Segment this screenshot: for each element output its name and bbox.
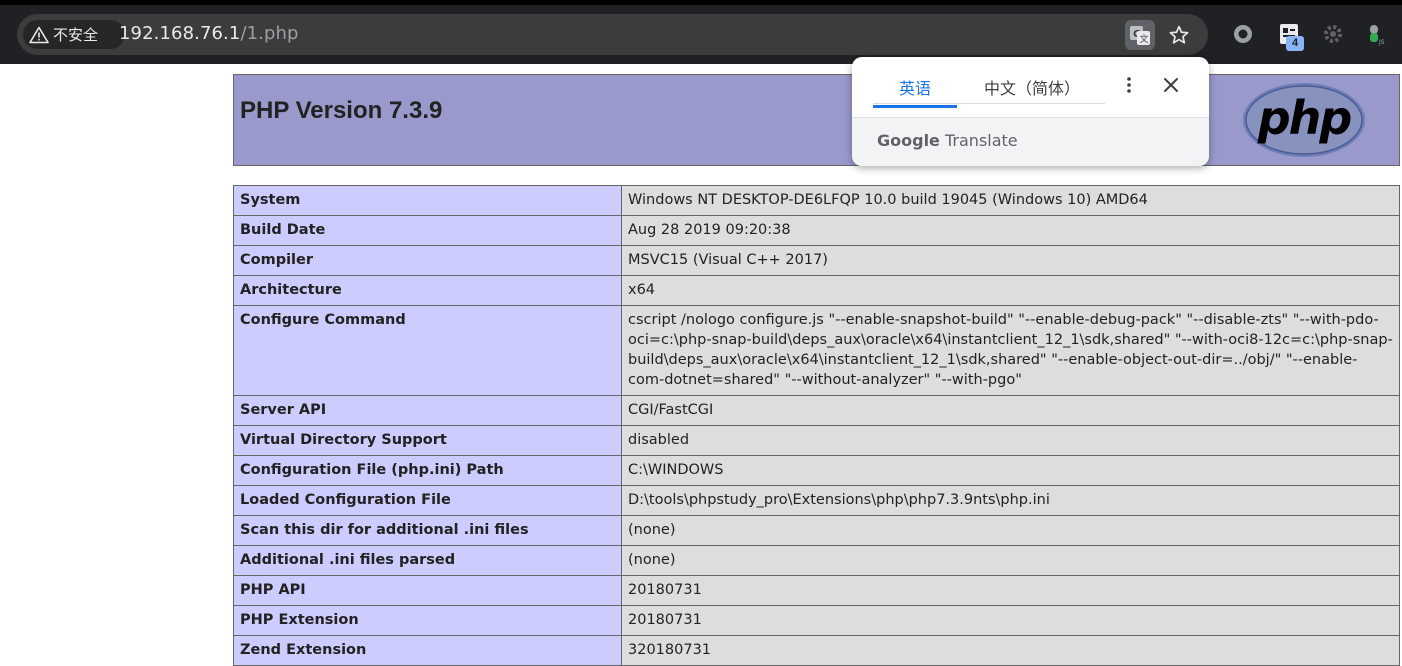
row-value: 20180731 — [621, 605, 1400, 636]
row-value: Aug 28 2019 09:20:38 — [621, 215, 1400, 246]
tab-divider — [873, 103, 1105, 104]
tab-target-language[interactable]: 中文（简体） — [962, 75, 1102, 105]
row-label: Scan this dir for additional .ini files — [233, 515, 622, 546]
row-value: disabled — [621, 425, 1400, 456]
close-icon[interactable] — [1159, 73, 1183, 97]
row-label: Loaded Configuration File — [233, 485, 622, 516]
row-value: cscript /nologo configure.js "--enable-s… — [621, 305, 1400, 396]
row-label: PHP API — [233, 575, 622, 606]
row-value: Windows NT DESKTOP-DE6LFQP 10.0 build 19… — [621, 185, 1400, 216]
browser-toolbar: 不安全 192.168.76.1/1.php G 文 — [0, 0, 1402, 64]
translate-icon[interactable]: G 文 — [1125, 20, 1155, 50]
page-title: PHP Version 7.3.9 — [240, 97, 443, 124]
row-label: PHP Extension — [233, 605, 622, 636]
table-row: Build Date Aug 28 2019 09:20:38 — [233, 215, 1400, 246]
bulb-extension-icon[interactable]: JS — [1362, 21, 1388, 47]
row-label: Compiler — [233, 245, 622, 276]
row-value: CGI/FastCGI — [621, 395, 1400, 426]
brand-translate: Translate — [945, 131, 1018, 150]
row-label: Build Date — [233, 215, 622, 246]
translate-popup: 英语 中文（简体） Google Translate — [852, 57, 1209, 166]
table-row: Zend Extension 320180731 — [233, 635, 1400, 666]
url-path: /1.php — [240, 23, 299, 44]
row-label: Additional .ini files parsed — [233, 545, 622, 576]
table-row: Configuration File (php.ini) Path C:\WIND… — [233, 455, 1400, 486]
url-host: 192.168.76.1 — [119, 23, 241, 44]
more-options-icon[interactable] — [1117, 73, 1141, 97]
table-row: Additional .ini files parsed (none) — [233, 545, 1400, 576]
row-value: (none) — [621, 545, 1400, 576]
row-value: C:\WINDOWS — [621, 455, 1400, 486]
row-value: D:\tools\phpstudy_pro\Extensions\php\php… — [621, 485, 1400, 516]
warning-icon — [29, 26, 49, 43]
table-row: Server API CGI/FastCGI — [233, 395, 1400, 426]
table-row: Architecture x64 — [233, 275, 1400, 306]
circle-extension-icon[interactable] — [1230, 21, 1256, 47]
extension-badge: 4 — [1286, 36, 1304, 51]
row-label: Server API — [233, 395, 622, 426]
table-row: Configure Command cscript /nologo configu… — [233, 305, 1400, 396]
row-label: Configure Command — [233, 305, 622, 396]
php-info-table: System Windows NT DESKTOP-DE6LFQP 10.0 bu… — [233, 185, 1400, 666]
svg-text:文: 文 — [1140, 33, 1149, 45]
table-row: System Windows NT DESKTOP-DE6LFQP 10.0 bu… — [233, 185, 1400, 216]
star-icon[interactable] — [1165, 21, 1193, 49]
row-label: Configuration File (php.ini) Path — [233, 455, 622, 486]
row-value: (none) — [621, 515, 1400, 546]
row-label: Architecture — [233, 275, 622, 306]
row-value: 320180731 — [621, 635, 1400, 666]
svg-text:php: php — [1257, 91, 1352, 145]
google-translate-brand: Google Translate — [877, 131, 1018, 150]
svg-text:JS: JS — [1378, 39, 1385, 46]
table-row: Scan this dir for additional .ini files(… — [233, 515, 1400, 546]
table-row: PHP Extension 20180731 — [233, 605, 1400, 636]
php-logo[interactable]: php — [1242, 81, 1366, 159]
security-chip[interactable]: 不安全 — [23, 20, 125, 49]
address-bar[interactable]: 不安全 192.168.76.1/1.php G 文 — [17, 14, 1208, 55]
php-version-header: PHP Version 7.3.9 php — [233, 74, 1400, 166]
row-label: Zend Extension — [233, 635, 622, 666]
url-text[interactable]: 192.168.76.1/1.php — [119, 23, 299, 44]
brand-google: Google — [877, 131, 940, 150]
table-row: Loaded Configuration File D:\tools\phpstu… — [233, 485, 1400, 516]
row-value: MSVC15 (Visual C++ 2017) — [621, 245, 1400, 276]
gear-extension-icon[interactable] — [1320, 21, 1346, 47]
security-label: 不安全 — [53, 27, 99, 44]
translate-footer: Google Translate — [852, 117, 1209, 166]
row-label: Virtual Directory Support — [233, 425, 622, 456]
tab-strip — [0, 0, 1402, 5]
table-row: Virtual Directory Support disabled — [233, 425, 1400, 456]
table-row: PHP API 20180731 — [233, 575, 1400, 606]
table-row: Compiler MSVC15 (Visual C++ 2017) — [233, 245, 1400, 276]
row-value: x64 — [621, 275, 1400, 306]
row-value: 20180731 — [621, 575, 1400, 606]
row-label: System — [233, 185, 622, 216]
